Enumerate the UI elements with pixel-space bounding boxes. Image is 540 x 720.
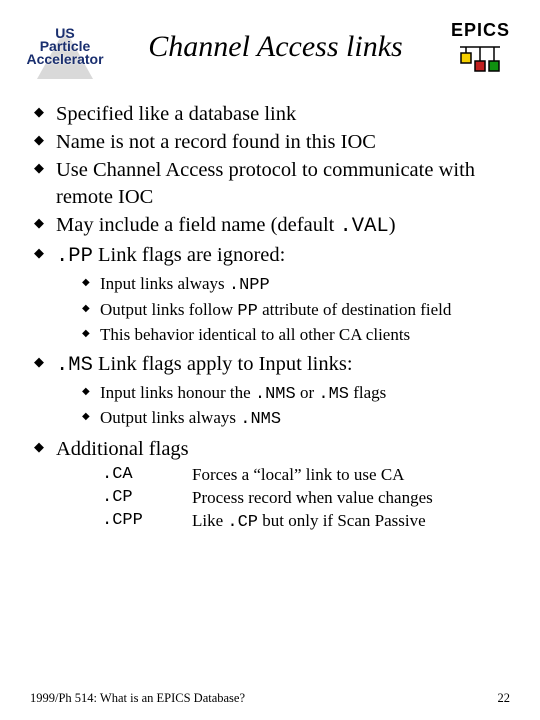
code: .VAL — [339, 215, 388, 238]
flag-key: .CPP — [102, 510, 192, 535]
slide-title: Channel Access links — [100, 30, 451, 64]
text: Output links always — [100, 408, 240, 427]
footer-left: 1999/Ph 514: What is an EPICS Database? — [30, 691, 245, 706]
flag-row: .CP Process record when value changes — [102, 487, 510, 510]
text: Link flags apply to Input links: — [93, 353, 353, 375]
epics-icon — [456, 43, 504, 73]
flag-desc: Like .CP but only if Scan Passive — [192, 510, 510, 535]
code: .PP — [56, 245, 93, 268]
page-number: 22 — [498, 691, 511, 706]
bullet-item: May include a field name (default .VAL) — [34, 212, 510, 240]
text: Link flags are ignored: — [93, 244, 285, 266]
code: .MS — [318, 385, 349, 404]
text: Like — [192, 511, 227, 530]
text: or — [296, 383, 319, 402]
header: US Particle Accelerator Channel Access l… — [30, 20, 510, 73]
footer: 1999/Ph 514: What is an EPICS Database? … — [30, 691, 510, 706]
bullet-item: .MS Link flags apply to Input links: Inp… — [34, 351, 510, 431]
code: .NPP — [229, 276, 270, 295]
bullet-list: Specified like a database link Name is n… — [30, 101, 510, 535]
code: .CP — [227, 513, 258, 532]
text: flags — [349, 383, 386, 402]
text: Name is not a record found in this IOC — [56, 131, 376, 153]
flag-row: .CA Forces a “local” link to use CA — [102, 464, 510, 487]
epics-text: EPICS — [451, 20, 510, 41]
epics-logo: EPICS — [451, 20, 510, 73]
code: .NMS — [240, 410, 281, 429]
slide: US Particle Accelerator Channel Access l… — [0, 0, 540, 720]
code: .MS — [56, 354, 93, 377]
bullet-item: Specified like a database link — [34, 101, 510, 127]
bullet-item: .PP Link flags are ignored: Input links … — [34, 242, 510, 346]
text: May include a field name (default — [56, 214, 339, 236]
sub-item: Input links honour the .NMS or .MS flags — [82, 382, 510, 406]
bullet-item: Use Channel Access protocol to communica… — [34, 157, 510, 209]
sub-list: Input links honour the .NMS or .MS flags… — [56, 382, 510, 431]
text: ) — [389, 214, 396, 236]
sub-item: Input links always .NPP — [82, 273, 510, 297]
sub-list: Input links always .NPP Output links fol… — [56, 273, 510, 345]
us-particle-accelerator-logo: US Particle Accelerator — [30, 27, 100, 67]
logo-line3: Accelerator — [26, 53, 103, 66]
text: Output links follow — [100, 300, 237, 319]
code: .NMS — [255, 385, 296, 404]
sub-item: Output links follow PP attribute of dest… — [82, 299, 510, 323]
sub-item: Output links always .NMS — [82, 407, 510, 431]
text: Additional flags — [56, 438, 189, 460]
flag-desc: Forces a “local” link to use CA — [192, 464, 510, 487]
flag-table: .CA Forces a “local” link to use CA .CP … — [102, 464, 510, 535]
flag-desc: Process record when value changes — [192, 487, 510, 510]
text: Input links always — [100, 274, 229, 293]
text: Specified like a database link — [56, 103, 296, 125]
text: This behavior identical to all other CA … — [100, 325, 410, 344]
bullet-item: Name is not a record found in this IOC — [34, 129, 510, 155]
sub-item: This behavior identical to all other CA … — [82, 324, 510, 346]
text: Input links honour the — [100, 383, 255, 402]
flag-row: .CPP Like .CP but only if Scan Passive — [102, 510, 510, 535]
bullet-item: Additional flags .CA Forces a “local” li… — [34, 436, 510, 535]
text: Use Channel Access protocol to communica… — [56, 159, 475, 207]
flag-key: .CP — [102, 487, 192, 510]
text: attribute of destination field — [258, 300, 452, 319]
code: PP — [237, 302, 257, 321]
text: but only if Scan Passive — [258, 511, 426, 530]
flag-key: .CA — [102, 464, 192, 487]
